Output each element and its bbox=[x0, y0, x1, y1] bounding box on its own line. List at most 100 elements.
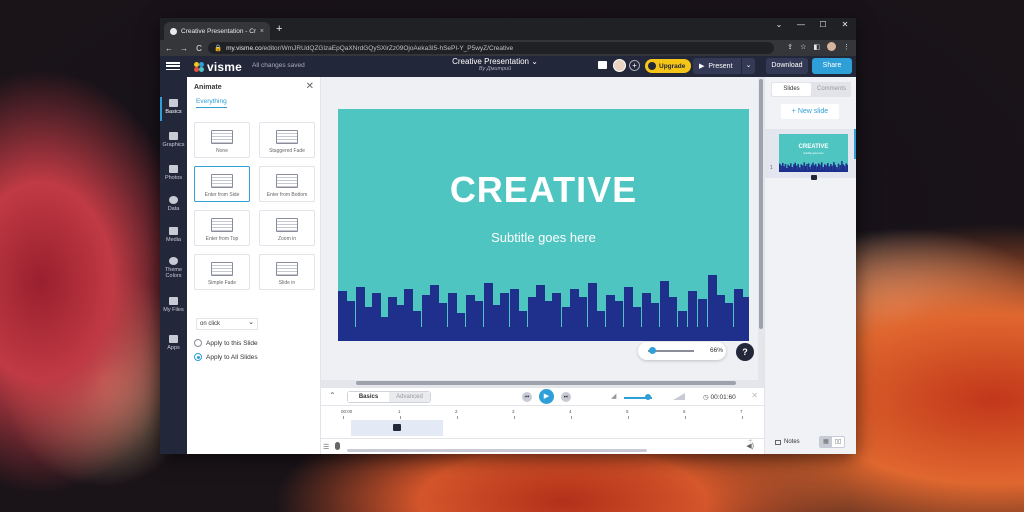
rail-item-data[interactable]: Data bbox=[160, 196, 187, 212]
browser-menu-icon[interactable]: ⋮ bbox=[843, 43, 850, 51]
scroll-thumb[interactable] bbox=[356, 381, 736, 385]
tab-advanced[interactable]: Advanced bbox=[389, 392, 430, 402]
animate-panel: Animate ✕ Everything None Staggered Fade… bbox=[187, 77, 321, 454]
rail-item-apps[interactable]: Apps bbox=[160, 335, 187, 351]
minimize-button[interactable]: — bbox=[790, 18, 812, 32]
url-host: my.visme.co bbox=[226, 44, 262, 52]
user-avatar[interactable] bbox=[613, 59, 626, 72]
new-slide-button[interactable]: + New slide bbox=[781, 104, 839, 119]
help-button[interactable]: ? bbox=[736, 343, 754, 361]
skyline-building bbox=[795, 165, 798, 172]
sidebar-icon[interactable]: ◧ bbox=[813, 43, 820, 51]
volume-slider-knob[interactable] bbox=[645, 394, 651, 400]
rail-item-graphics[interactable]: Graphics bbox=[160, 132, 187, 148]
skip-back-icon[interactable]: ⏮ bbox=[522, 392, 532, 402]
window-controls: ⌄ — ☐ ✕ bbox=[768, 18, 856, 32]
slide-thumbnail-selected[interactable]: 1 CREATIVE Subtitle goes here bbox=[765, 129, 856, 180]
visme-logo[interactable]: visme bbox=[194, 60, 242, 74]
tab-slides[interactable]: Slides bbox=[772, 83, 811, 96]
volume-icon[interactable]: ◢ bbox=[611, 392, 616, 400]
animation-option-slide-in[interactable]: Slide in bbox=[259, 254, 315, 290]
tab-basics[interactable]: Basics bbox=[348, 392, 389, 402]
palette-icon bbox=[169, 257, 178, 265]
ruler-label: 00:00 bbox=[341, 409, 353, 414]
tab-search-icon[interactable]: ⌄ bbox=[768, 18, 790, 32]
invite-plus-icon[interactable]: + bbox=[629, 60, 640, 71]
close-window-button[interactable]: ✕ bbox=[834, 18, 856, 32]
scroll-thumb[interactable] bbox=[759, 79, 763, 329]
speaker-icon[interactable]: ◀) bbox=[746, 442, 754, 450]
animation-option-enter-from-top[interactable]: Enter from Top bbox=[194, 210, 250, 246]
slide-thumbnail[interactable]: CREATIVE Subtitle goes here bbox=[779, 134, 848, 172]
reload-icon[interactable]: C bbox=[193, 44, 205, 53]
forward-icon[interactable]: → bbox=[178, 44, 190, 53]
skyline-building bbox=[484, 283, 493, 341]
back-icon[interactable]: ← bbox=[163, 44, 175, 53]
browser-tab[interactable]: Creative Presentation - Created u × bbox=[164, 22, 270, 40]
skyline-building bbox=[528, 297, 537, 341]
rail-item-my-files[interactable]: My Files bbox=[160, 297, 187, 313]
skyline-building bbox=[809, 167, 811, 172]
folder-icon bbox=[169, 297, 178, 305]
tab-close-icon[interactable]: × bbox=[260, 28, 264, 35]
skyline-building bbox=[807, 163, 810, 172]
panel-title: Animate bbox=[194, 84, 222, 91]
timeline-ruler[interactable]: 00:00 1 2 3 4 5 6 7 bbox=[341, 409, 751, 419]
title-dropdown-icon[interactable]: ⌄ bbox=[531, 57, 538, 66]
profile-avatar[interactable] bbox=[827, 42, 836, 51]
timeline-panel: ⌃ Basics Advanced ⏮ ▶ ⏭ ◢ 00:01:60 ✕ 00:… bbox=[321, 387, 764, 454]
animation-option-enter-from-side[interactable]: Enter from Side bbox=[194, 166, 250, 202]
city-skyline-graphic[interactable] bbox=[338, 269, 749, 341]
presentation-title[interactable]: Creative Presentation ⌄ By Дмитрий bbox=[410, 57, 580, 72]
animation-option-zoom-in[interactable]: Zoom in bbox=[259, 210, 315, 246]
microphone-icon[interactable] bbox=[335, 442, 340, 450]
rail-label: Media bbox=[166, 237, 181, 243]
list-view-button[interactable]: ▯▯ bbox=[832, 437, 844, 447]
ruler-label: 7 bbox=[740, 409, 743, 414]
rail-item-basics[interactable]: Basics bbox=[160, 97, 187, 121]
duration-display[interactable]: 00:01:60 bbox=[703, 393, 735, 401]
rail-item-theme-colors[interactable]: Theme Colors bbox=[160, 257, 187, 279]
radio-circle bbox=[194, 353, 202, 361]
rail-item-photos[interactable]: Photos bbox=[160, 165, 187, 181]
menu-icon[interactable]: ☰ bbox=[323, 443, 329, 451]
upgrade-button[interactable]: Upgrade bbox=[645, 59, 692, 73]
slide-subtitle[interactable]: Subtitle goes here bbox=[338, 230, 749, 245]
comment-icon[interactable] bbox=[598, 61, 607, 69]
rail-label: Basics bbox=[165, 109, 182, 115]
close-panel-icon[interactable]: ✕ bbox=[306, 81, 314, 92]
grid-view-button[interactable]: ▦ bbox=[820, 437, 832, 447]
new-tab-button[interactable]: + bbox=[276, 23, 282, 35]
slide-canvas[interactable]: CREATIVE Subtitle goes here bbox=[338, 109, 749, 341]
animation-option-simple-fade[interactable]: Simple Fade bbox=[194, 254, 250, 290]
present-dropdown-icon[interactable]: ⌄ bbox=[741, 58, 755, 74]
notes-button[interactable]: Notes bbox=[775, 439, 800, 445]
play-button[interactable]: ▶ bbox=[539, 389, 554, 404]
download-button[interactable]: Download bbox=[766, 58, 808, 74]
ruler-label: 5 bbox=[626, 409, 629, 414]
maximize-button[interactable]: ☐ bbox=[812, 18, 834, 32]
animation-option-none[interactable]: None bbox=[194, 122, 250, 158]
rail-item-media[interactable]: Media bbox=[160, 227, 187, 243]
timeline-track[interactable] bbox=[351, 420, 443, 436]
apply-all-slides-radio[interactable]: Apply to All Slides bbox=[194, 353, 258, 361]
audio-scrollbar[interactable] bbox=[347, 449, 647, 452]
apply-this-slide-radio[interactable]: Apply to this Slide bbox=[194, 339, 258, 347]
close-timeline-icon[interactable]: ✕ bbox=[751, 391, 758, 400]
zoom-slider-knob[interactable] bbox=[649, 347, 657, 354]
trigger-select[interactable]: on click bbox=[196, 318, 258, 330]
url-field[interactable]: 🔒 my.visme.co/editor/WmJRUdQZGlzaEpQaXNr… bbox=[208, 42, 774, 54]
present-button[interactable]: ▶ Present ⌄ bbox=[693, 58, 755, 74]
animation-option-staggered-fade[interactable]: Staggered Fade bbox=[259, 122, 315, 158]
hamburger-menu-icon[interactable] bbox=[166, 60, 180, 72]
canvas-horizontal-scrollbar[interactable] bbox=[321, 380, 764, 387]
bookmark-star-icon[interactable]: ☆ bbox=[800, 43, 806, 51]
tab-everything[interactable]: Everything bbox=[196, 98, 227, 108]
tab-comments[interactable]: Comments bbox=[812, 82, 851, 97]
share-page-icon[interactable]: ⇪ bbox=[787, 43, 793, 51]
share-button[interactable]: Share bbox=[812, 58, 852, 74]
animation-option-enter-from-bottom[interactable]: Enter from Bottom bbox=[259, 166, 315, 202]
collapse-timeline-icon[interactable]: ⌃ bbox=[329, 391, 336, 400]
skip-forward-icon[interactable]: ⏭ bbox=[561, 392, 571, 402]
slide-title[interactable]: CREATIVE bbox=[338, 169, 749, 211]
